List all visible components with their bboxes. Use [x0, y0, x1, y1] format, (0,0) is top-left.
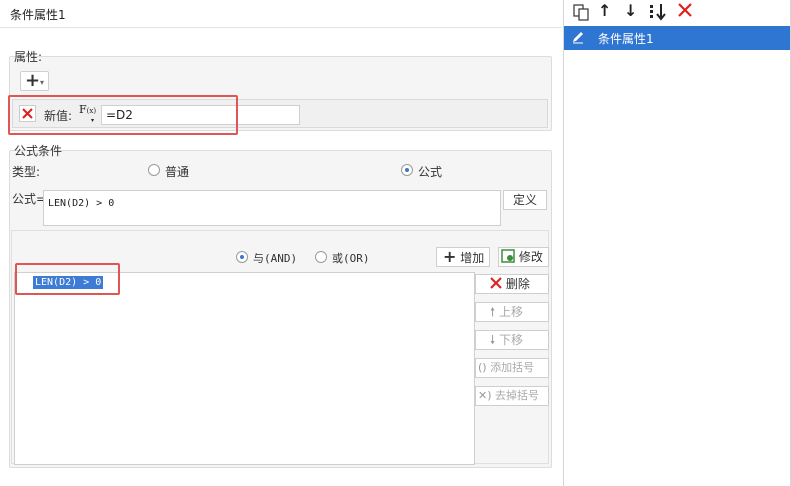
radio-formula[interactable] [401, 164, 413, 176]
pencil-icon [573, 32, 583, 44]
radio-or[interactable] [315, 251, 327, 263]
arrow-up-icon: 🠕 [490, 305, 496, 319]
condition-property-list-pane [563, 0, 791, 486]
close-icon [678, 3, 692, 17]
radio-or-label[interactable]: 或(OR) [332, 250, 370, 266]
formula-condition-label: 公式条件 [14, 144, 63, 158]
plus-icon: + [25, 70, 41, 91]
copy-icon [573, 4, 589, 21]
edit-condition-button[interactable]: 修改 [498, 247, 549, 267]
formula-eq-label: 公式= [12, 192, 47, 206]
add-condition-button[interactable]: + 增加 [436, 247, 490, 267]
highlight-box [15, 263, 120, 295]
move-down-button[interactable]: ↓ [624, 1, 637, 20]
arrow-down-icon: ↓ [624, 1, 638, 20]
highlight-box [8, 95, 238, 135]
radio-and-label[interactable]: 与(AND) [253, 250, 297, 266]
copy-button[interactable] [572, 3, 590, 21]
formula-input[interactable]: LEN(D2) > 0 [43, 190, 501, 226]
move-to-bottom-button[interactable] [648, 2, 668, 22]
page-title: 条件属性1 [10, 8, 66, 22]
condition-list[interactable] [14, 272, 475, 465]
title-bar: 条件属性1 [0, 0, 562, 28]
radio-normal[interactable] [148, 164, 160, 176]
parentheses-icon: () [478, 361, 487, 374]
edit-icon [501, 249, 515, 263]
radio-formula-label[interactable]: 公式 [418, 163, 442, 180]
delete-condition-button[interactable]: 删除 [475, 274, 549, 294]
sort-down-icon [650, 4, 666, 21]
move-up-button[interactable]: ↑ [598, 1, 611, 20]
define-button[interactable]: 定义 [503, 190, 547, 210]
radio-normal-label[interactable]: 普通 [165, 163, 189, 180]
remove-parentheses-icon: ✕) [478, 389, 492, 402]
chevron-down-icon: ▾ [40, 78, 45, 87]
move-down-button[interactable]: 🠗 下移 [475, 330, 549, 350]
arrow-up-icon: ↑ [598, 1, 612, 20]
arrow-down-icon: 🠗 [490, 333, 496, 347]
move-up-button[interactable]: 🠕 上移 [475, 302, 549, 322]
add-attribute-button[interactable]: + ▾ [20, 70, 49, 91]
delete-button[interactable] [677, 2, 693, 18]
remove-parentheses-button[interactable]: ✕) 去掉括号 [475, 386, 549, 406]
close-icon [490, 277, 502, 289]
type-label: 类型: [12, 165, 41, 179]
list-item-label: 条件属性1 [598, 32, 654, 46]
attributes-label: 属性: [14, 50, 43, 64]
list-item[interactable]: 条件属性1 [564, 26, 790, 50]
plus-icon: + [443, 247, 457, 266]
radio-and[interactable] [236, 251, 248, 263]
add-parentheses-button[interactable]: () 添加括号 [475, 358, 549, 378]
